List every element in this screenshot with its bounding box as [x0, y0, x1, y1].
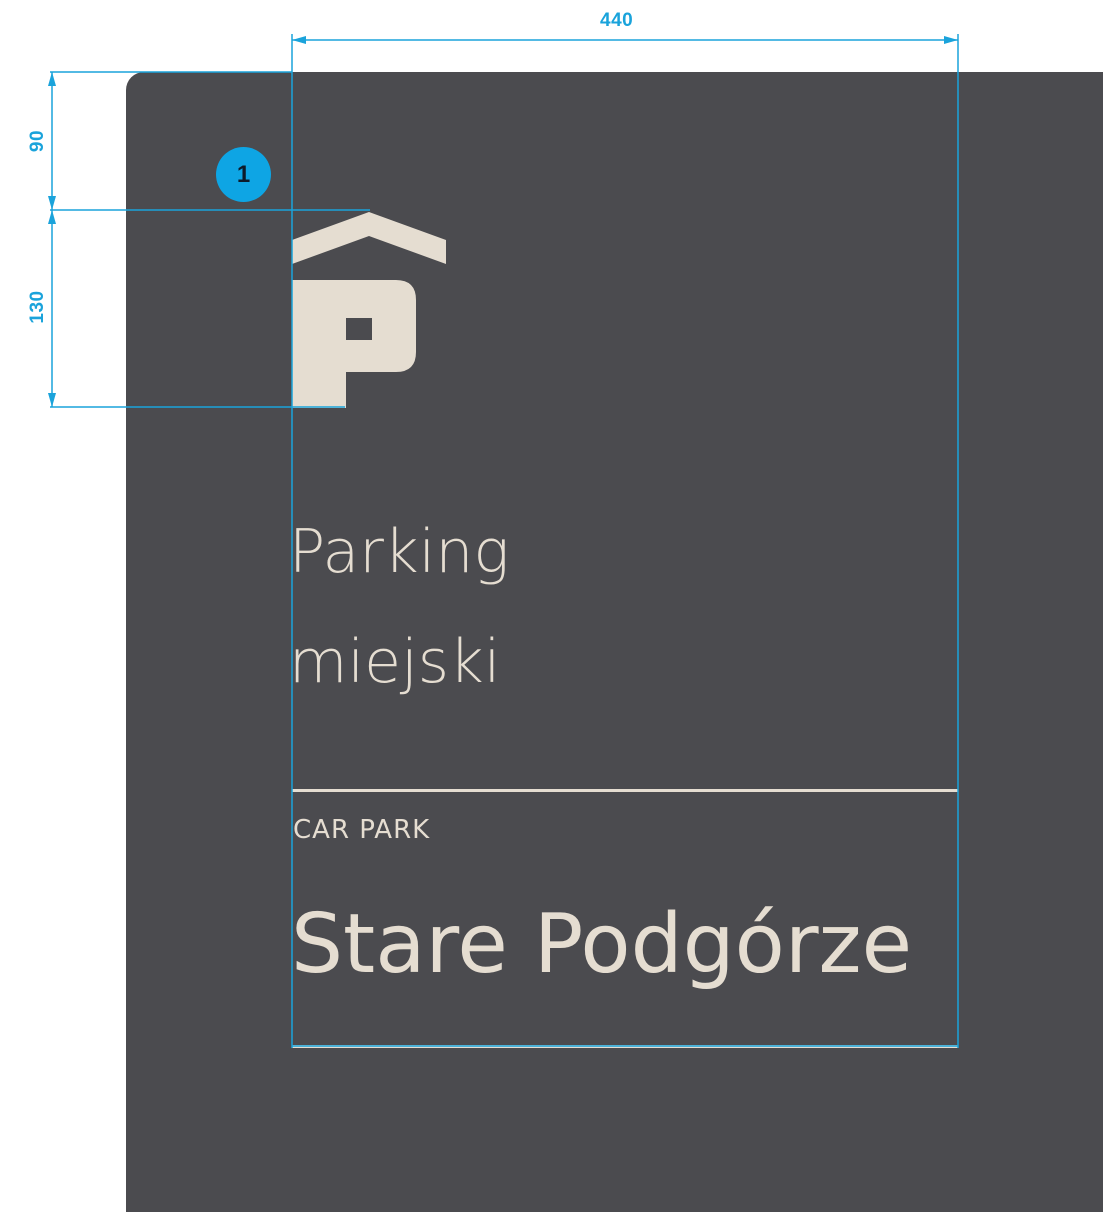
- divider-bottom: [292, 1045, 958, 1048]
- sign-panel: [126, 72, 1103, 1212]
- top-margin-dimension-label: 90: [27, 129, 48, 153]
- title-line-1: Parking: [289, 517, 510, 587]
- callout-marker: 1: [216, 147, 271, 202]
- parking-roof-p-icon: [292, 212, 446, 408]
- width-dimension-label: 440: [600, 10, 634, 31]
- subtitle: CAR PARK: [293, 815, 431, 845]
- location-name: Stare Podgórze: [291, 897, 913, 992]
- divider-top: [292, 789, 958, 792]
- logo-height-dimension-label: 130: [27, 290, 48, 324]
- title-line-2: miejski: [289, 627, 501, 697]
